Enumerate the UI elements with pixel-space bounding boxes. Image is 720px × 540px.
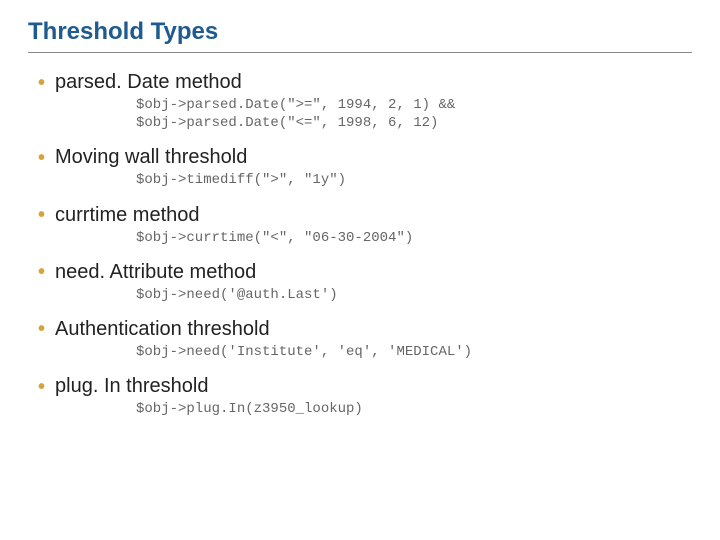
- bullet-icon: •: [38, 262, 45, 282]
- item-code: $obj->need('Institute', 'eq', 'MEDICAL'): [136, 343, 692, 361]
- bullet-icon: •: [38, 205, 45, 225]
- item-heading: parsed. Date method: [55, 71, 242, 94]
- slide-title: Threshold Types: [28, 18, 692, 46]
- list-item: • plug. In threshold $obj->plug.In(z3950…: [28, 375, 692, 418]
- item-head: • need. Attribute method: [28, 261, 692, 284]
- item-heading: need. Attribute method: [55, 261, 256, 284]
- title-rule: [28, 52, 692, 53]
- item-heading: Moving wall threshold: [55, 146, 247, 169]
- item-heading: plug. In threshold: [55, 375, 208, 398]
- item-head: • currtime method: [28, 204, 692, 227]
- bullet-icon: •: [38, 319, 45, 339]
- item-head: • Moving wall threshold: [28, 146, 692, 169]
- list-item: • Authentication threshold $obj->need('I…: [28, 318, 692, 361]
- list-item: • Moving wall threshold $obj->timediff("…: [28, 146, 692, 189]
- list-item: • parsed. Date method $obj->parsed.Date(…: [28, 71, 692, 132]
- list-item: • need. Attribute method $obj->need('@au…: [28, 261, 692, 304]
- bullet-icon: •: [38, 73, 45, 93]
- item-code: $obj->currtime("<", "06-30-2004"): [136, 229, 692, 247]
- item-head: • parsed. Date method: [28, 71, 692, 94]
- list-item: • currtime method $obj->currtime("<", "0…: [28, 204, 692, 247]
- item-code: $obj->parsed.Date(">=", 1994, 2, 1) && $…: [136, 96, 692, 132]
- item-head: • Authentication threshold: [28, 318, 692, 341]
- item-code: $obj->timediff(">", "1y"): [136, 171, 692, 189]
- item-heading: Authentication threshold: [55, 318, 270, 341]
- item-heading: currtime method: [55, 204, 200, 227]
- bullet-icon: •: [38, 148, 45, 168]
- bullet-icon: •: [38, 377, 45, 397]
- item-head: • plug. In threshold: [28, 375, 692, 398]
- item-code: $obj->need('@auth.Last'): [136, 286, 692, 304]
- item-code: $obj->plug.In(z3950_lookup): [136, 400, 692, 418]
